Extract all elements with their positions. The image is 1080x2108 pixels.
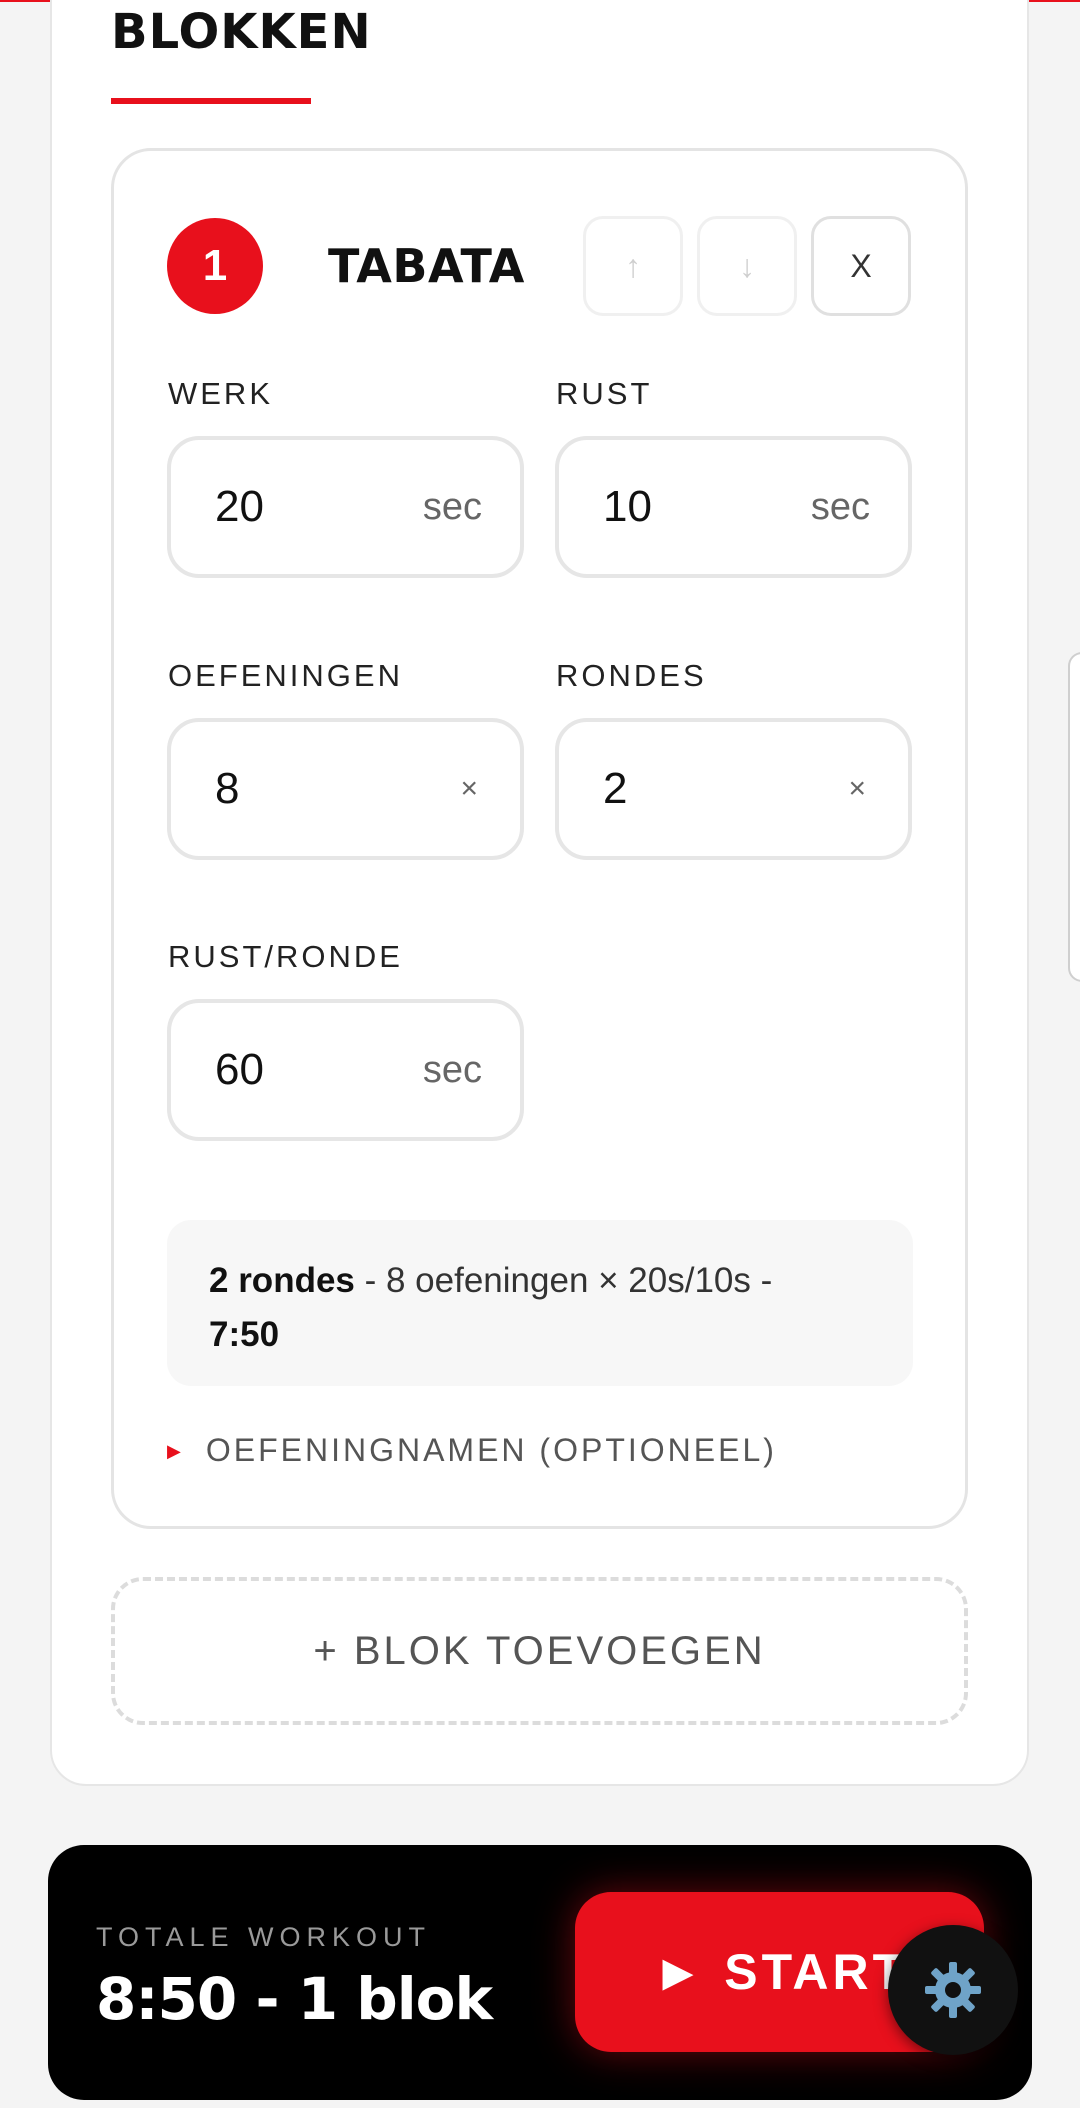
summary-detail: - 8 oefeningen × 20s/10s -: [354, 1261, 773, 1300]
rounds-unit: ×: [848, 772, 866, 805]
exercises-value: 8: [215, 764, 240, 813]
play-icon: ▶: [663, 1951, 697, 1994]
work-value: 20: [215, 482, 264, 531]
total-workout-label: TOTALE WORKOUT: [96, 1922, 432, 1952]
rounds-label: RONDES: [556, 658, 707, 693]
exercises-input[interactable]: 8 ×: [167, 718, 524, 860]
close-icon: X: [850, 247, 872, 284]
triangle-right-icon: ▶: [167, 1441, 184, 1461]
exercises-label: OEFENINGEN: [168, 658, 403, 693]
rounds-value: 2: [603, 764, 628, 813]
total-workout-value: 8:50 - 1 blok: [96, 1965, 493, 2033]
rest-per-round-unit: sec: [422, 1049, 482, 1091]
block-number-badge: 1: [167, 218, 263, 314]
rest-per-round-input[interactable]: 60 sec: [167, 999, 524, 1141]
rest-per-round-label: RUST/RONDE: [168, 939, 403, 974]
rest-unit: sec: [810, 486, 870, 528]
section-title: BLOKKEN: [111, 4, 372, 60]
remove-block-button[interactable]: X: [811, 216, 911, 316]
exercise-names-toggle[interactable]: ▶ OEFENINGNAMEN (OPTIONEEL): [167, 1430, 777, 1471]
add-block-button[interactable]: + BLOK TOEVOEGEN: [111, 1577, 968, 1725]
summary-duration: 7:50: [209, 1315, 280, 1354]
block-summary: 2 rondes - 8 oefeningen × 20s/10s - 7:50: [167, 1220, 913, 1386]
work-unit: sec: [422, 486, 482, 528]
exercise-names-label: OEFENINGNAMEN (OPTIONEEL): [205, 1432, 777, 1468]
work-input[interactable]: 20 sec: [167, 436, 524, 578]
rounds-input[interactable]: 2 ×: [555, 718, 912, 860]
section-title-underline: [111, 98, 311, 104]
settings-button[interactable]: [888, 1925, 1018, 2055]
move-down-button[interactable]: ↓: [697, 216, 797, 316]
block-name: TABATA: [328, 239, 525, 293]
gear-icon: [925, 1962, 981, 2018]
side-drawer-handle[interactable]: [1068, 652, 1080, 982]
move-up-button[interactable]: ↑: [583, 216, 683, 316]
arrow-down-icon: ↓: [739, 247, 755, 284]
add-block-label: + BLOK TOEVOEGEN: [313, 1628, 766, 1673]
rest-input[interactable]: 10 sec: [555, 436, 912, 578]
rest-value: 10: [603, 482, 652, 531]
rest-per-round-value: 60: [215, 1045, 264, 1094]
summary-rounds: 2 rondes: [209, 1261, 355, 1300]
exercises-unit: ×: [460, 772, 478, 805]
start-label: START: [724, 1944, 908, 2000]
rest-label: RUST: [556, 376, 653, 411]
work-label: WERK: [168, 376, 273, 411]
arrow-up-icon: ↑: [625, 247, 641, 284]
